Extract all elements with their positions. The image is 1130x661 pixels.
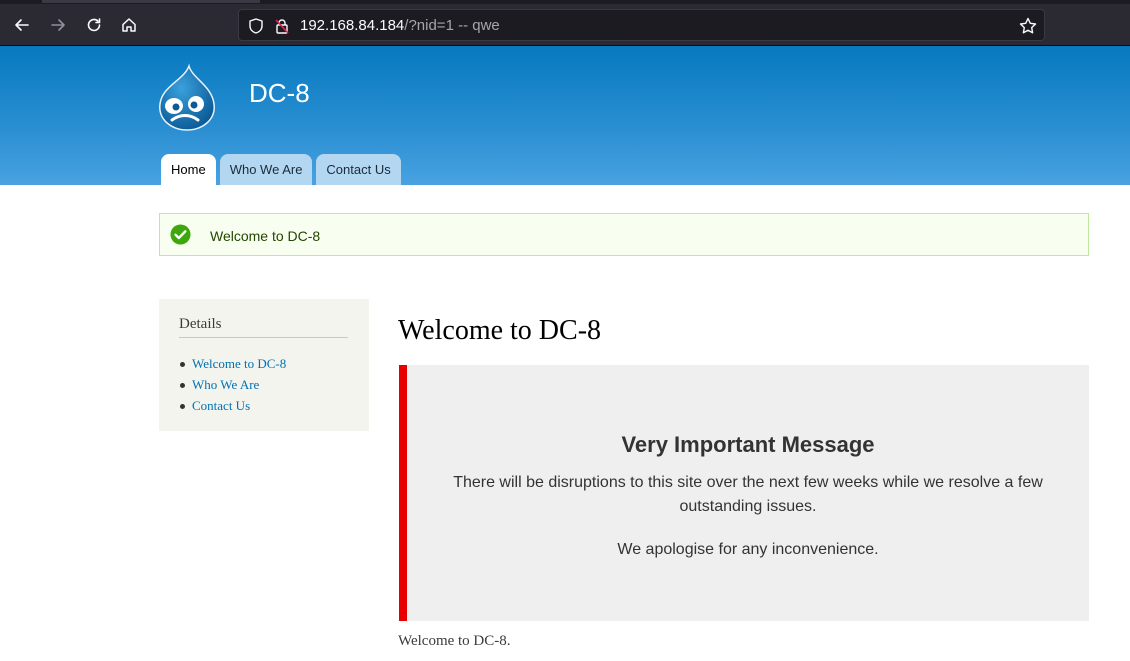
sidebar-divider xyxy=(179,337,348,338)
forward-button[interactable] xyxy=(43,10,73,40)
sidebar-menu: Welcome to DC-8 Who We Are Contact Us xyxy=(179,353,286,416)
back-button[interactable] xyxy=(7,10,37,40)
shield-icon[interactable] xyxy=(247,17,265,35)
sidebar-item-welcome[interactable]: Welcome to DC-8 xyxy=(179,353,286,374)
site-header: DC-8 Home Who We Are Contact Us xyxy=(0,46,1130,185)
url-path: /?nid=1 -- qwe xyxy=(404,17,500,34)
url-text[interactable]: 192.168.84.184/?nid=1 -- qwe xyxy=(300,17,500,34)
page-title: Welcome to DC-8 xyxy=(398,315,602,346)
forward-icon xyxy=(51,19,65,31)
tab-contact-us[interactable]: Contact Us xyxy=(316,154,401,185)
notice-apology: We apologise for any inconvenience. xyxy=(617,541,879,558)
address-bar[interactable]: 192.168.84.184/?nid=1 -- qwe xyxy=(238,9,1045,41)
back-icon xyxy=(15,19,29,31)
sidebar-title: Details xyxy=(179,316,222,332)
url-host: 192.168.84.184 xyxy=(300,17,405,34)
active-tab-indicator xyxy=(42,0,260,3)
tab-home[interactable]: Home xyxy=(161,154,216,185)
important-notice: Very Important Message There will be dis… xyxy=(399,365,1089,621)
drupal-logo-icon[interactable] xyxy=(152,62,222,132)
lock-icon[interactable] xyxy=(273,17,291,35)
body-text: Welcome to DC-8. xyxy=(398,633,511,649)
sidebar-item-contact-us[interactable]: Contact Us xyxy=(179,395,286,416)
reload-button[interactable] xyxy=(79,10,109,40)
notice-paragraph: There will be disruptions to this site o… xyxy=(453,474,1043,515)
site-name[interactable]: DC-8 xyxy=(249,78,310,109)
status-message: Welcome to DC-8 xyxy=(159,213,1089,256)
check-circle-icon xyxy=(170,224,191,245)
sidebar-block: Details Welcome to DC-8 Who We Are Conta… xyxy=(159,299,369,431)
home-button[interactable] xyxy=(114,10,144,40)
reload-icon xyxy=(87,18,101,32)
home-icon xyxy=(122,18,136,32)
tab-who-we-are[interactable]: Who We Are xyxy=(219,154,313,185)
sidebar-item-who-we-are[interactable]: Who We Are xyxy=(179,374,286,395)
primary-tabs: Home Who We Are Contact Us xyxy=(161,154,401,185)
status-text: Welcome to DC-8 xyxy=(210,228,321,244)
star-icon[interactable] xyxy=(1018,16,1038,36)
notice-heading: Very Important Message xyxy=(621,432,875,457)
browser-toolbar: 192.168.84.184/?nid=1 -- qwe xyxy=(0,4,1130,46)
